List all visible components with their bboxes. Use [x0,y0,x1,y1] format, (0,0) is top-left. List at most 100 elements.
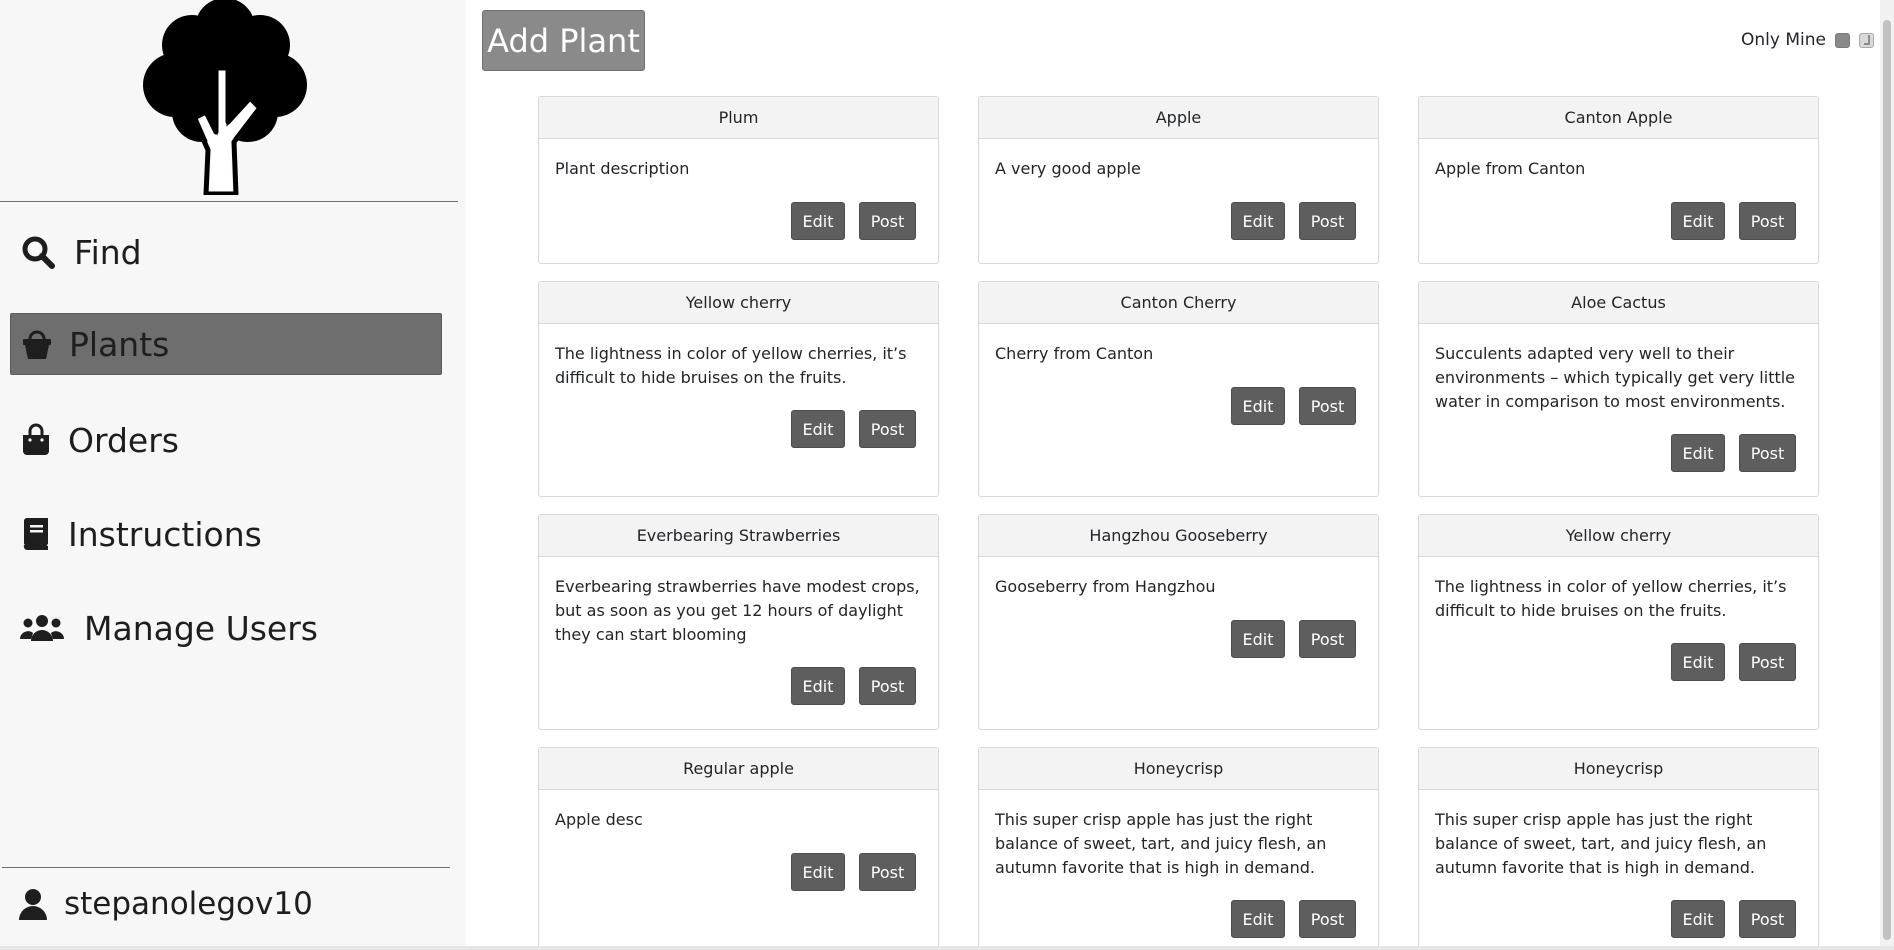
card-title: Canton Apple [1419,97,1818,139]
card-actions: Edit Post [1231,387,1356,425]
post-button[interactable]: Post [1739,434,1796,472]
post-button[interactable]: Post [1739,643,1796,681]
plant-card: Apple A very good apple Edit Post [978,96,1379,264]
card-description: Succulents adapted very well to their en… [1435,344,1796,411]
basket-icon [19,326,55,362]
card-actions: Edit Post [1671,434,1796,472]
post-button[interactable]: Post [859,410,916,448]
main-content: Add Plant Only Mine Plum Plant descripti… [466,0,1894,950]
post-button[interactable]: Post [859,202,916,240]
card-actions: Edit Post [1671,202,1796,240]
sidebar-item-plants[interactable]: Plants [10,313,442,375]
only-mine-checkbox[interactable] [1835,32,1850,48]
app-root: Find Plants Orders Instructions Manage U [0,0,1894,950]
post-button[interactable]: Post [859,853,916,891]
edit-button[interactable]: Edit [791,202,845,240]
plant-card: Plum Plant description Edit Post [538,96,939,264]
plant-card: Honeycrisp This super crisp apple has ju… [978,747,1379,950]
edit-button[interactable]: Edit [1231,202,1285,240]
card-description: Everbearing strawberries have modest cro… [555,577,920,644]
card-description: This super crisp apple has just the righ… [995,810,1327,877]
add-plant-button[interactable]: Add Plant [482,10,645,71]
plant-card: Canton Apple Apple from Canton Edit Post [1418,96,1819,264]
plant-card: Honeycrisp This super crisp apple has ju… [1418,747,1819,950]
sidebar-item-label: Instructions [68,514,262,554]
post-button[interactable]: Post [1299,387,1356,425]
search-icon [20,234,56,270]
post-button[interactable]: Post [1739,202,1796,240]
users-icon [20,610,64,646]
username: stepanolegov10 [64,886,313,922]
sidebar-item-label: Orders [68,420,179,460]
sidebar-item-find[interactable]: Find [10,221,442,283]
plant-card: Hangzhou Gooseberry Gooseberry from Hang… [978,514,1379,730]
plant-card: Canton Cherry Cherry from Canton Edit Po… [978,281,1379,497]
sidebar-item-label: Find [74,232,142,272]
post-button[interactable]: Post [1299,202,1356,240]
post-button[interactable]: Post [1299,900,1356,938]
scrollbar-thumb[interactable] [1883,20,1891,940]
card-title: Aloe Cactus [1419,282,1818,324]
card-description: Apple from Canton [1435,159,1586,178]
logo-divider [0,201,458,202]
card-actions: Edit Post [791,667,916,705]
card-actions: Edit Post [1231,900,1356,938]
edit-button[interactable]: Edit [1671,434,1725,472]
only-mine-toggle-checkbox[interactable] [1859,32,1874,48]
card-actions: Edit Post [791,410,916,448]
card-title: Yellow cherry [1419,515,1818,557]
shopping-bag-icon [18,422,54,458]
card-actions: Edit Post [1671,643,1796,681]
card-title: Honeycrisp [979,748,1378,790]
plant-card: Everbearing Strawberries Everbearing str… [538,514,939,730]
edit-button[interactable]: Edit [1231,620,1285,658]
post-button[interactable]: Post [1739,900,1796,938]
card-title: Regular apple [539,748,938,790]
post-button[interactable]: Post [1299,620,1356,658]
card-title: Yellow cherry [539,282,938,324]
sidebar-item-manage-users[interactable]: Manage Users [10,597,442,659]
only-mine-filter: Only Mine [1741,30,1874,50]
card-description: A very good apple [995,159,1141,178]
card-description: Plant description [555,159,690,178]
edit-button[interactable]: Edit [1671,202,1725,240]
post-button[interactable]: Post [859,667,916,705]
bottom-edge [0,946,1894,950]
current-user[interactable]: stepanolegov10 [16,882,313,926]
card-description: Apple desc [555,810,643,829]
plant-card: Aloe Cactus Succulents adapted very well… [1418,281,1819,497]
edit-button[interactable]: Edit [1671,900,1725,938]
sidebar: Find Plants Orders Instructions Manage U [0,0,466,950]
edit-button[interactable]: Edit [1231,900,1285,938]
card-title: Honeycrisp [1419,748,1818,790]
book-icon [18,516,54,552]
edit-button[interactable]: Edit [791,410,845,448]
card-title: Apple [979,97,1378,139]
sidebar-item-orders[interactable]: Orders [10,409,442,471]
card-description: The lightness in color of yellow cherrie… [1435,577,1787,620]
card-actions: Edit Post [791,853,916,891]
edit-button[interactable]: Edit [791,667,845,705]
plant-card: Regular apple Apple desc Edit Post [538,747,939,950]
card-description: Gooseberry from Hangzhou [995,577,1216,596]
card-title: Canton Cherry [979,282,1378,324]
sidebar-item-label: Plants [69,324,170,364]
sidebar-item-label: Manage Users [84,608,318,648]
card-description: Cherry from Canton [995,344,1154,363]
plant-card: Yellow cherry The lightness in color of … [538,281,939,497]
card-title: Hangzhou Gooseberry [979,515,1378,557]
card-actions: Edit Post [1231,620,1356,658]
edit-button[interactable]: Edit [791,853,845,891]
plant-card: Yellow cherry The lightness in color of … [1418,514,1819,730]
edit-button[interactable]: Edit [1671,643,1725,681]
only-mine-label: Only Mine [1741,30,1826,50]
card-actions: Edit Post [1231,202,1356,240]
vertical-scrollbar[interactable] [1880,0,1894,950]
user-icon [16,887,50,921]
card-title: Plum [539,97,938,139]
sidebar-item-instructions[interactable]: Instructions [10,503,442,565]
card-actions: Edit Post [1671,900,1796,938]
card-actions: Edit Post [791,202,916,240]
card-description: This super crisp apple has just the righ… [1435,810,1767,877]
edit-button[interactable]: Edit [1231,387,1285,425]
